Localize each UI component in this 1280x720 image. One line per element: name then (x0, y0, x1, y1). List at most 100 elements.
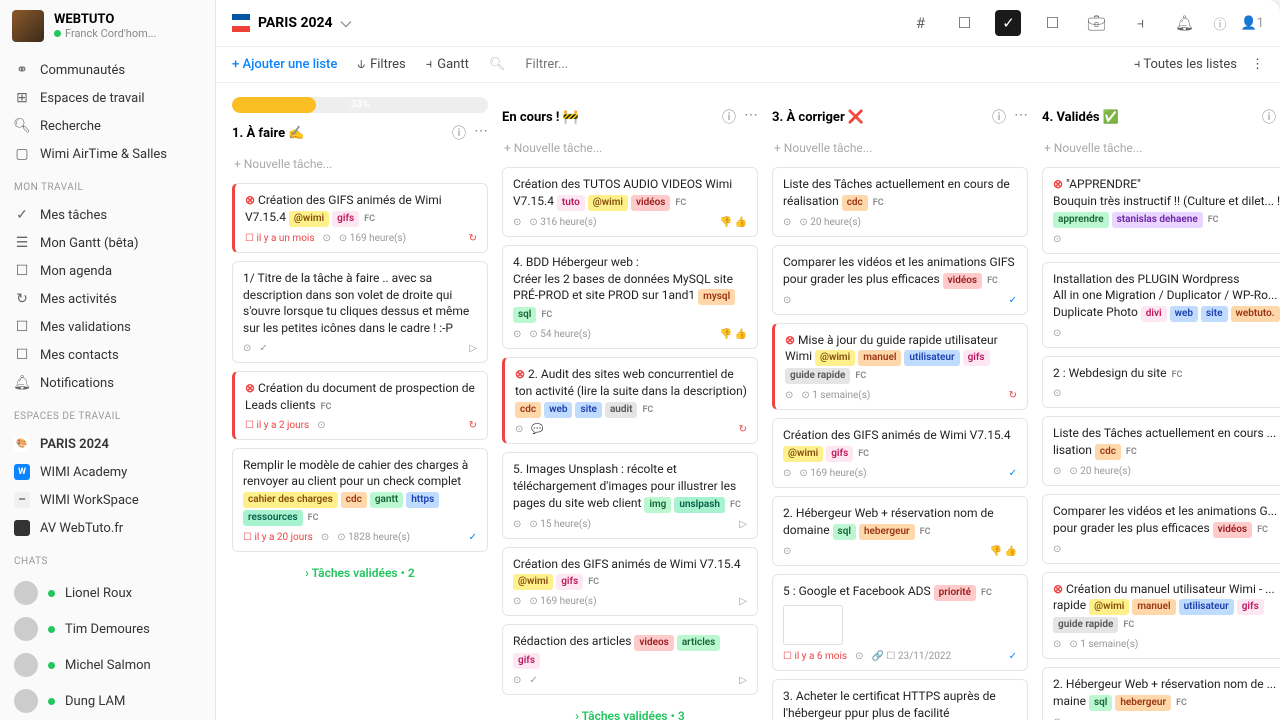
hash-tool[interactable]: # (907, 10, 933, 36)
tag[interactable]: @wimi (783, 446, 823, 462)
nav-agenda[interactable]: ☐Mon agenda (0, 257, 215, 285)
validated-toggle[interactable]: › Tâches validées • 2 (232, 560, 488, 586)
tag[interactable]: apprendre (1053, 212, 1109, 228)
ws-paris2024[interactable]: 🎨PARIS 2024 (0, 430, 215, 458)
thumbs-icons[interactable]: 👎 👍 (720, 217, 747, 228)
tag[interactable]: utilisateur (904, 350, 959, 366)
nav-validations[interactable]: ☐Mes validations (0, 313, 215, 341)
chat-item[interactable]: Lionel Roux (0, 575, 215, 611)
chat-item[interactable]: Dung LAM (0, 683, 215, 719)
nav-communities[interactable]: ⚭Communautés (0, 56, 215, 84)
doc-tool[interactable]: ☐ (951, 10, 977, 36)
tag[interactable]: cdc (341, 492, 367, 508)
task-card[interactable]: Comparer les vidéos et les animations G.… (1042, 494, 1280, 564)
new-task-button[interactable]: + Nouvelle tâche... (1042, 135, 1280, 161)
tag[interactable]: stanislas dehaene (1112, 212, 1203, 228)
task-card[interactable]: 2. Hébergeur Web + réservation nom de do… (772, 496, 1028, 566)
filters-button[interactable]: ⫝ Filtres (357, 57, 405, 72)
tag[interactable]: sql (513, 307, 536, 323)
info-icon[interactable]: ⓘ (992, 107, 1006, 127)
tag[interactable]: priorité (934, 585, 976, 601)
nav-workspaces[interactable]: ⊞Espaces de travail (0, 84, 215, 112)
new-task-button[interactable]: + Nouvelle tâche... (232, 151, 488, 177)
task-card[interactable]: 2. Hébergeur Web + réservation nom de ..… (1042, 667, 1280, 720)
new-task-button[interactable]: + Nouvelle tâche... (502, 135, 758, 161)
task-card[interactable]: Liste des Tâches actuellement en cours d… (772, 167, 1028, 237)
tag[interactable]: web (544, 402, 572, 418)
more-icon[interactable]: ⋯ (474, 123, 488, 143)
nav-activities[interactable]: ↻Mes activités (0, 285, 215, 313)
task-card[interactable]: 5. Images Unsplash : récolte et téléchar… (502, 452, 758, 539)
tag[interactable]: gifs (826, 446, 853, 462)
calendar-tool[interactable]: ☐ (1039, 10, 1065, 36)
chat-item[interactable]: Michel Salmon (0, 647, 215, 683)
tag[interactable]: web (1170, 306, 1198, 322)
thumbs-icons[interactable]: 👎 👍 (990, 546, 1017, 557)
info-icon[interactable]: ⓘ (722, 107, 736, 127)
task-card[interactable]: Liste des Tâches actuellement en cours .… (1042, 416, 1280, 486)
task-card[interactable]: Comparer les vidéos et les animations GI… (772, 245, 1028, 315)
user-count[interactable]: 👤1 (1241, 16, 1265, 31)
gantt-button[interactable]: ⫞ Gantt (426, 57, 469, 72)
tag[interactable]: gifs (556, 574, 583, 590)
tag[interactable]: cdc (515, 402, 541, 418)
nav-tasks[interactable]: ✓Mes tâches (0, 201, 215, 229)
validate-icon[interactable]: ✓ (1009, 295, 1017, 306)
info-icon[interactable]: ⓘ (1213, 14, 1226, 33)
workspace-selector[interactable]: PARIS 2024 ⌵ (232, 14, 351, 32)
tag[interactable]: img (644, 497, 671, 513)
tag[interactable]: @wimi (513, 574, 553, 590)
tag[interactable]: https (406, 492, 439, 508)
task-card[interactable]: Création des GIFS animés de Wimi V7.15.4… (502, 547, 758, 617)
task-card[interactable]: Création des GIFS animés de Wimi V7.15.4… (772, 418, 1028, 488)
tag[interactable]: gantt (370, 492, 403, 508)
ws-academy[interactable]: WWIMI Academy (0, 458, 215, 486)
tag[interactable]: unslpash (674, 497, 725, 513)
more-icon[interactable]: ⋯ (1014, 107, 1028, 127)
nav-search[interactable]: 🔍︎Recherche (0, 112, 215, 140)
validate-icon[interactable]: ✓ (1009, 468, 1017, 479)
task-card[interactable]: 3. Acheter le certificat HTTPS auprès de… (772, 679, 1028, 720)
tag[interactable]: cahier des charges (243, 492, 338, 508)
filter-input[interactable] (525, 57, 691, 72)
tag[interactable]: vidéos (943, 273, 982, 289)
task-card[interactable]: 5 : Google et Facebook ADS prioritéFC ☐ … (772, 574, 1028, 671)
task-card[interactable]: Rédaction des articles videosarticlesgif… (502, 624, 758, 695)
play-icon[interactable]: ▷ (739, 675, 747, 686)
task-card[interactable]: ⊗ Création des GIFS animés de Wimi V7.15… (232, 183, 488, 253)
add-list-button[interactable]: + Ajouter une liste (232, 57, 337, 72)
tag[interactable]: manuel (858, 350, 901, 366)
workspace-header[interactable]: WEBTUTO Franck Cord'hom... (0, 0, 215, 52)
tag[interactable]: sql (1089, 695, 1112, 711)
chart-tool[interactable]: ⫞ (1127, 10, 1153, 36)
bell-tool[interactable]: 🔔︎ (1171, 10, 1197, 36)
tag[interactable]: site (1201, 306, 1227, 322)
tag[interactable]: guide rapide (785, 368, 850, 384)
tag[interactable]: gifs (963, 350, 990, 366)
tag[interactable]: divi (1141, 306, 1167, 322)
info-icon[interactable]: ⓘ (452, 123, 466, 143)
tag[interactable]: audit (605, 402, 638, 418)
task-card[interactable]: ⊗ "APPRENDRE"Bouquin très instructif !! … (1042, 167, 1280, 254)
task-card[interactable]: Remplir le modèle de cahier des charges … (232, 448, 488, 553)
tag[interactable]: ressources (243, 510, 303, 526)
task-card[interactable]: ⊗ Création du document de prospection de… (232, 371, 488, 440)
nav-airtime[interactable]: ▢Wimi AirTime & Salles (0, 140, 215, 168)
tasks-tool[interactable]: ✓ (995, 10, 1021, 36)
task-card[interactable]: ⊗ Mise à jour du guide rapide utilisateu… (772, 323, 1028, 411)
tag[interactable]: mysql (698, 289, 735, 305)
tag[interactable]: sql (833, 524, 856, 540)
tag[interactable]: hebergeur (1115, 695, 1171, 711)
play-icon[interactable]: ▷ (739, 596, 747, 607)
info-icon[interactable]: ⓘ (1262, 107, 1276, 127)
validate-icon[interactable]: ✓ (469, 532, 477, 543)
tag[interactable]: cdc (1095, 444, 1121, 460)
play-icon[interactable]: ▷ (739, 519, 747, 530)
tag[interactable]: webtuto. (1231, 306, 1280, 322)
tag[interactable]: site (575, 402, 601, 418)
tag[interactable]: guide rapide (1053, 617, 1118, 633)
validated-toggle[interactable]: › Tâches validées • 3 (502, 703, 758, 720)
tag[interactable]: gifs (332, 211, 359, 227)
tag[interactable]: hebergeur (859, 524, 915, 540)
tag[interactable]: gifs (1237, 599, 1264, 615)
